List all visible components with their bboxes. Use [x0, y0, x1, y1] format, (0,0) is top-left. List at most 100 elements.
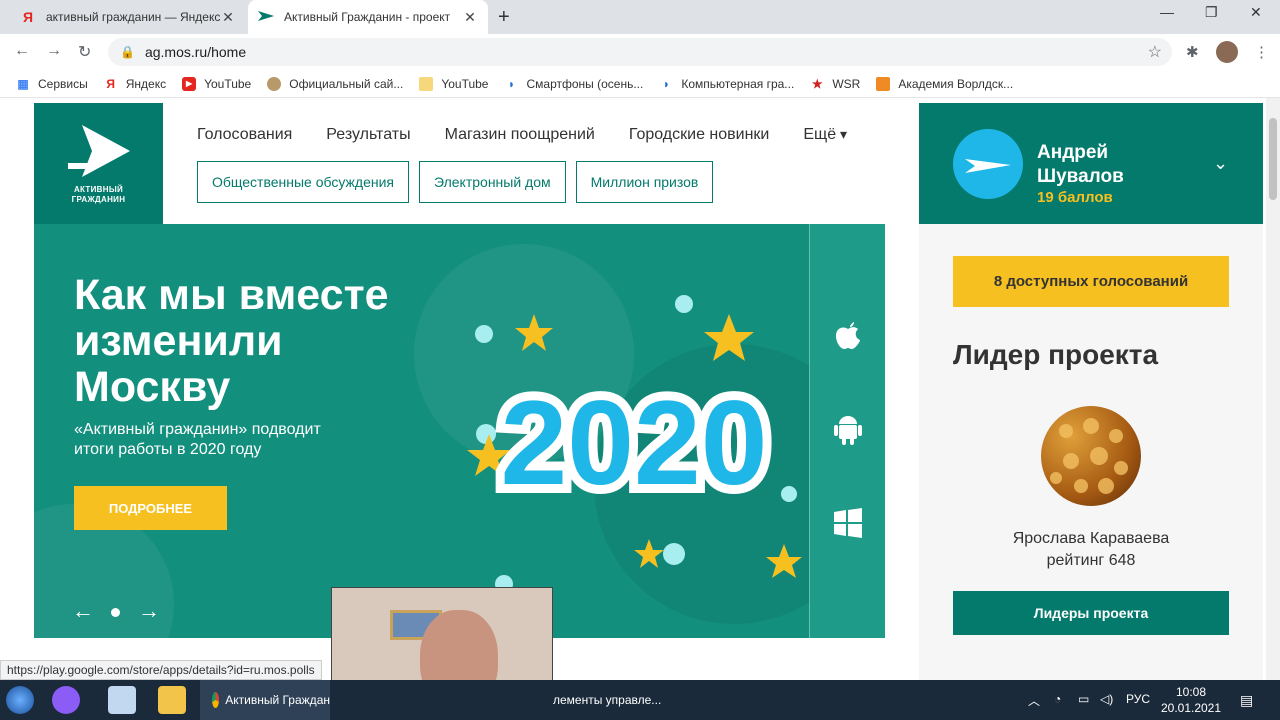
windows-icon[interactable] [832, 506, 864, 540]
site-logo[interactable]: АКТИВНЫЙ ГРАЖДАНИН [34, 103, 163, 224]
bookmark-item[interactable]: Я Яндекс [104, 77, 166, 91]
available-votes-button[interactable]: 8 доступных голосований [953, 256, 1229, 307]
start-button[interactable] [6, 686, 34, 714]
alice-icon[interactable] [52, 686, 80, 714]
ag-logo-mark [68, 125, 130, 177]
logo-caption-line: ГРАЖДАНИН [71, 195, 126, 204]
nav-item-shop[interactable]: Магазин поощрений [445, 126, 595, 144]
user-avatar[interactable] [953, 129, 1023, 199]
sidebar: Андрей Шувалов 19 баллов ⌄ 8 доступных г… [919, 103, 1263, 680]
leader-rating: рейтинг 648 [1046, 552, 1136, 569]
paint-icon[interactable] [108, 686, 136, 714]
extensions-icon[interactable]: ✱ [1186, 43, 1199, 61]
nav-item-city-news[interactable]: Городские новинки [629, 126, 770, 144]
next-slide-arrow[interactable]: → [138, 598, 160, 624]
url-text: ag.mos.ru/home [144, 44, 247, 60]
banner-title: Как мы вместе изменили Москву [74, 271, 389, 411]
banner-2020-illustration: 2020 2020 [467, 295, 802, 593]
close-tab-icon[interactable]: ✕ [462, 9, 478, 26]
yandex-icon: Я [22, 9, 34, 25]
leader-info: Ярослава Караваева рейтинг 648 [919, 528, 1263, 572]
explorer-icon[interactable] [158, 686, 186, 714]
nav-item-results[interactable]: Результаты [326, 126, 410, 144]
user-panel[interactable]: Андрей Шувалов 19 баллов ⌄ [919, 103, 1263, 224]
user-name: Андрей Шувалов [1037, 142, 1124, 187]
bookmark-item[interactable]: ▦ Сервисы [16, 76, 87, 91]
apps-grid-icon: ▦ [17, 76, 29, 91]
yandex-icon: Я [106, 76, 116, 91]
scrollbar-thumb[interactable] [1269, 118, 1277, 200]
profile-avatar[interactable] [1216, 41, 1238, 63]
main-nav: Голосования Результаты Магазин поощрений… [197, 126, 881, 144]
bookmarks-bar: ▦ Сервисы Я Яндекс ▶ YouTube Официальный са… [0, 70, 1280, 98]
public-discussions-button[interactable]: Общественные обсуждения [197, 161, 409, 203]
chrome-icon [212, 692, 220, 708]
youtube-icon: ▶ [182, 76, 197, 91]
bookmark-item[interactable]: ◗ Компьютерная гра... [659, 76, 795, 91]
emblem-icon [267, 76, 282, 91]
language-indicator[interactable]: РУС [1126, 692, 1150, 706]
address-bar[interactable]: 🔒 ag.mos.ru/home ☆ [108, 38, 1172, 66]
status-bar-url: https://play.google.com/store/apps/detai… [0, 660, 322, 680]
taskbar-chrome-item[interactable]: Активный Граждан [200, 680, 330, 720]
volume-icon[interactable]: ◁) [1100, 692, 1113, 706]
taskbar: Активный Граждан лементы управле... ︿ ◔ … [0, 680, 1280, 720]
star-icon: ★ [811, 76, 823, 91]
page-scrollbar[interactable] [1266, 98, 1280, 680]
network-icon[interactable]: ◔ [1054, 692, 1061, 706]
taskbar-window-item[interactable]: лементы управле... [553, 680, 661, 720]
edge-icon: ◗ [662, 76, 670, 91]
apple-icon[interactable] [832, 316, 864, 350]
forward-icon[interactable]: → [46, 42, 62, 60]
bookmark-item[interactable]: ▶ YouTube [182, 76, 251, 91]
minimize-button[interactable]: — [1160, 4, 1174, 20]
tab-yandex-search[interactable]: Я активный гражданин — Яндекс ✕ [10, 0, 246, 34]
featured-links: Общественные обсуждения Электронный дом … [197, 161, 723, 203]
million-prizes-button[interactable]: Миллион призов [575, 161, 714, 203]
ag-logo-icon [258, 9, 274, 25]
electronic-house-button[interactable]: Электронный дом [419, 161, 566, 203]
tab-strip: Я активный гражданин — Яндекс ✕ Активный… [0, 0, 1280, 34]
prev-slide-arrow[interactable]: ← [72, 598, 94, 624]
address-toolbar: ← → ↻ 🔒 ag.mos.ru/home ☆ ✱ ⋮ [0, 34, 1280, 70]
bookmark-item[interactable]: Академия Ворлдск... [876, 76, 1013, 91]
edge-icon: ◗ [507, 76, 516, 91]
project-leaders-button[interactable]: Лидеры проекта [953, 591, 1229, 635]
leader-name: Ярослава Караваева [1012, 530, 1170, 547]
lock-icon: 🔒 [120, 45, 135, 59]
notifications-icon[interactable]: ▤ [1240, 692, 1253, 709]
close-window-button[interactable]: ✕ [1250, 4, 1262, 21]
app-links [809, 224, 885, 638]
android-icon[interactable] [832, 412, 864, 446]
web-page: АКТИВНЫЙ ГРАЖДАНИН Голосования Результат… [0, 98, 1280, 680]
restore-button[interactable]: ❐ [1205, 4, 1218, 21]
bookmark-item[interactable]: ◗ Смартфоны (осень... [504, 77, 643, 91]
leader-avatar[interactable] [1041, 406, 1141, 506]
banner-subtitle: «Активный гражданин» подводит итоги рабо… [74, 421, 321, 458]
battery-icon[interactable]: ▭ [1078, 692, 1089, 706]
reload-icon[interactable]: ↻ [78, 42, 91, 62]
nav-item-more[interactable]: Ещё [803, 126, 847, 144]
bookmark-item[interactable]: ★ WSR [810, 77, 860, 91]
nav-item-votes[interactable]: Голосования [197, 126, 292, 144]
close-tab-icon[interactable]: ✕ [220, 9, 236, 26]
back-icon[interactable]: ← [14, 42, 30, 60]
leader-heading: Лидер проекта [953, 339, 1159, 370]
user-points: 19 баллов [1037, 189, 1113, 206]
slide-indicator[interactable] [111, 608, 120, 617]
tab-title: Активный Гражданин - проект [284, 10, 451, 24]
bookmark-item[interactable]: Официальный сай... [267, 76, 403, 91]
menu-icon[interactable]: ⋮ [1254, 43, 1269, 61]
more-details-button[interactable]: ПОДРОБНЕЕ [74, 486, 227, 530]
chevron-down-icon[interactable]: ⌄ [1213, 153, 1228, 174]
bookmark-star-icon[interactable]: ☆ [1148, 42, 1162, 62]
art-year-text: 2020 [501, 376, 768, 510]
clock[interactable]: 10:08 20.01.2021 [1160, 684, 1222, 716]
orange-grid-icon [876, 76, 891, 91]
logo-caption-line: АКТИВНЫЙ [73, 185, 124, 194]
tray-up-arrow-icon[interactable]: ︿ [1028, 692, 1040, 709]
new-tab-button[interactable]: + [498, 6, 510, 29]
tab-active-citizen[interactable]: Активный Гражданин - проект ✕ [248, 0, 488, 34]
promo-banner: Как мы вместе изменили Москву «Активный … [34, 224, 809, 638]
bookmark-item[interactable]: YouTube [419, 76, 488, 91]
